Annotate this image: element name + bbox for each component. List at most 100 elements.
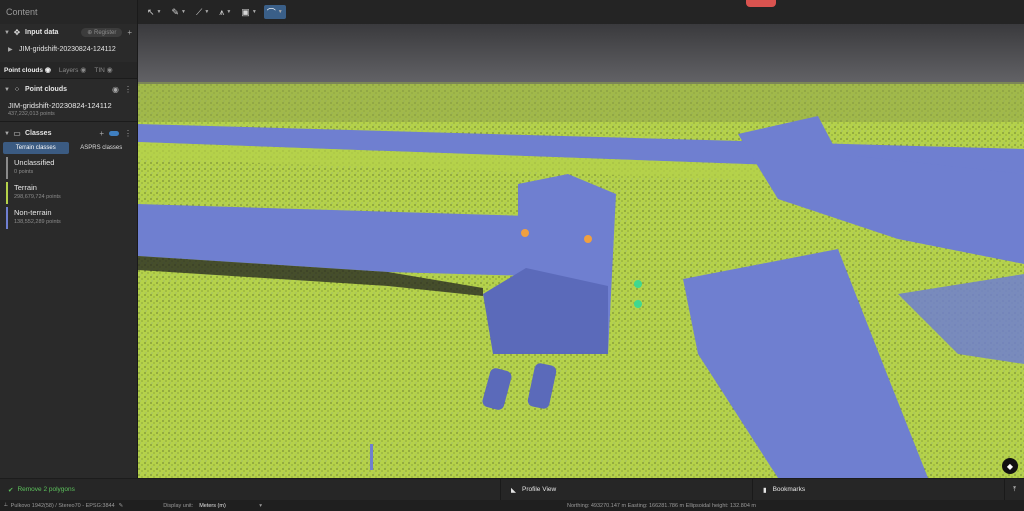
chevron-down-icon[interactable]: ▾ (259, 503, 262, 509)
profile-view-label: Profile View (522, 486, 557, 493)
tab-point-clouds-label: Point clouds (4, 67, 43, 74)
class-tabs: Terrain classes ASPRS classes (3, 142, 134, 154)
point-cloud-count: 437,232,013 points (8, 111, 55, 117)
classes-header[interactable]: ▼ ▭ Classes + ⋮ (0, 125, 137, 142)
bookmark-icon: ▮ (763, 486, 767, 494)
tab-point-clouds[interactable]: Point clouds ◉ (4, 66, 51, 74)
bookmarks-label: Bookmarks (772, 486, 806, 493)
input-data-icon: ✥ (13, 28, 21, 37)
point-cloud-render (138, 24, 1024, 478)
more-icon[interactable]: ⋮ (124, 129, 132, 138)
display-unit-select[interactable]: Meters (m) (199, 503, 259, 509)
class-item-non-terrain[interactable]: Non-terrain 138,552,289 points (6, 207, 131, 229)
edit-crs-icon[interactable]: ✎ (119, 503, 124, 509)
class-item-unclassified[interactable]: Unclassified 0 points (6, 157, 131, 179)
class-count: 298,679,724 points (14, 194, 61, 200)
chevron-right-icon[interactable]: ▶ (8, 46, 16, 53)
collapse-icon: ⤒ (1013, 485, 1016, 493)
post (370, 444, 373, 470)
class-count: 0 points (14, 169, 34, 175)
point-clouds-header[interactable]: ▼ ⁘ Point clouds ◉ ⋮ (0, 81, 137, 98)
point-clouds-label: Point clouds (25, 86, 67, 93)
sidebar-tabs: Point clouds ◉ Layers ◉ TIN ◉ (0, 62, 137, 78)
chevron-down-icon: ▼ (226, 9, 232, 15)
point-cloud-icon: ⁘ (13, 85, 21, 94)
viewport-toolbar: ↖ ▼ ✎ ▼ ⟋ ▼ ⩚ ▼ ▣ ▼ ⌒ ▼ (138, 0, 1024, 24)
add-icon[interactable]: + (99, 129, 104, 138)
display-unit-label: Display unit: (163, 502, 194, 509)
profile-chart-icon: ◣ (511, 486, 516, 494)
marker-orange-2 (584, 235, 592, 243)
app-window: Content ▼ ✥ Input data ⊕ Register + ▶ JI… (0, 0, 1024, 511)
far-terrain (138, 82, 1024, 122)
tab-terrain-classes[interactable]: Terrain classes (3, 142, 69, 154)
class-name: Unclassified (14, 158, 55, 167)
chevron-down-icon[interactable]: ▼ (4, 87, 12, 93)
bookmark-icon: ◆ (1006, 461, 1014, 471)
marker-green-2 (634, 300, 642, 308)
collapse-panel-button[interactable]: ⤒ (1004, 478, 1024, 501)
status-text: Remove 2 polygons (17, 486, 75, 493)
cursor-coordinates: Northing: 493270.147 m Easting: 166281.7… (567, 502, 756, 509)
sidebar-title: Content (0, 0, 137, 24)
record-button[interactable] (746, 0, 776, 7)
class-color-bar (6, 207, 8, 229)
profile-view-button[interactable]: ◣ Profile View (500, 478, 752, 501)
tab-tin[interactable]: TIN ◉ (94, 66, 112, 74)
input-data-header[interactable]: ▼ ✥ Input data ⊕ Register + (0, 24, 137, 41)
tab-asprs-classes[interactable]: ASPRS classes (69, 142, 135, 154)
status-bar: ⟂ Pulkovo 1942(58) / Stereo70 - EPSG:384… (0, 500, 1024, 511)
classes-label: Classes (25, 130, 52, 137)
dataset-name: JIM-gridshift-20230824-124112 (19, 46, 116, 53)
box-icon: ▣ (241, 6, 250, 17)
class-name: Non-terrain (14, 208, 52, 217)
tab-layers-label: Layers (58, 67, 79, 74)
class-item-terrain[interactable]: Terrain 298,679,724 points (6, 182, 131, 204)
bookmarks-button[interactable]: ▮ Bookmarks (752, 478, 1004, 501)
eye-icon[interactable]: ◉ (45, 67, 51, 74)
marker-orange-1 (521, 229, 529, 237)
folder-icon: ▭ (13, 129, 21, 138)
chevron-down-icon: ▼ (156, 9, 162, 15)
class-count: 138,552,289 points (14, 219, 61, 225)
dataset-item[interactable]: ▶ JIM-gridshift-20230824-124112 (0, 41, 137, 58)
chevron-down-icon: ▼ (251, 9, 257, 15)
register-label: Register (93, 30, 117, 36)
chevron-down-icon: ▼ (181, 9, 186, 15)
eye-icon[interactable]: ◉ (112, 85, 119, 94)
cursor-icon: ↖ (147, 6, 155, 17)
pen-icon: ✎ (171, 6, 180, 17)
input-data-label: Input data (25, 29, 59, 36)
road-tool-button[interactable]: ⩚ ▼ (216, 5, 234, 19)
tab-tin-label: TIN (94, 67, 105, 74)
eye-icon[interactable]: ◉ (80, 67, 86, 74)
content-sidebar: Content ▼ ✥ Input data ⊕ Register + ▶ JI… (0, 0, 138, 478)
view-mode-button[interactable]: ⌒ ▼ (263, 5, 286, 19)
class-color-bar (6, 182, 8, 204)
view-mode-icon: ⌒ (266, 7, 276, 18)
operation-status: ✔ Remove 2 polygons (0, 486, 500, 494)
divider (0, 78, 137, 79)
crs-icon: ⟂ (4, 502, 8, 508)
chevron-down-icon: ▼ (204, 9, 210, 15)
class-name: Terrain (14, 183, 37, 192)
measure-icon: ⟋ (196, 6, 203, 17)
class-color-bar (6, 157, 8, 179)
marker-green-1 (634, 280, 642, 288)
point-cloud-name[interactable]: JIM-gridshift-20230824-124112 (0, 98, 137, 110)
measure-tool-button[interactable]: ⟋ ▼ (193, 5, 212, 19)
bookmark-fab[interactable]: ◆ (1002, 458, 1018, 474)
divider (0, 121, 137, 122)
classes-toggle[interactable] (109, 131, 119, 136)
draw-tool-button[interactable]: ✎ ▼ (169, 5, 190, 19)
box-tool-button[interactable]: ▣ ▼ (238, 5, 259, 19)
more-icon[interactable]: ⋮ (124, 85, 132, 94)
point-cloud-viewport[interactable]: ◆ (138, 24, 1024, 478)
eye-icon[interactable]: ◉ (107, 67, 113, 74)
register-button[interactable]: ⊕ Register (81, 28, 123, 37)
select-tool-button[interactable]: ↖ ▼ (144, 5, 165, 19)
chevron-down-icon[interactable]: ▼ (4, 131, 12, 137)
add-icon[interactable]: + (127, 28, 132, 37)
tab-layers[interactable]: Layers ◉ (59, 66, 86, 74)
chevron-down-icon[interactable]: ▼ (4, 30, 12, 36)
